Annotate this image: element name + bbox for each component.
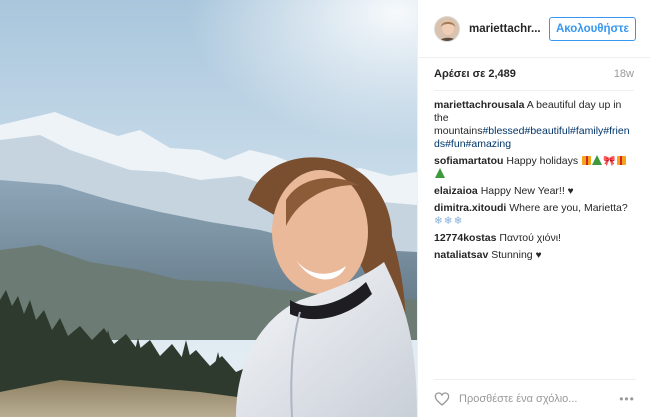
comment-text: Where are you, Marietta? (506, 202, 628, 214)
hashtag-link[interactable]: #blessed (482, 125, 524, 137)
post-sidebar: mariettachr... Ακολουθήστε Αρέσει σε 2,4… (417, 0, 650, 417)
mountain-portrait-image (0, 0, 417, 417)
comment-text: Παντού χιόνι! (496, 232, 561, 244)
post-photo[interactable] (0, 0, 417, 417)
christmas-tree-emoji-icon (435, 168, 445, 178)
avatar[interactable] (434, 15, 460, 42)
post-time[interactable]: 18w (614, 68, 634, 80)
follow-button[interactable]: Ακολουθήστε (548, 16, 636, 41)
instagram-post: mariettachr... Ακολουθήστε Αρέσει σε 2,4… (0, 0, 650, 417)
comment-username[interactable]: nataliatsav (434, 249, 488, 261)
post-footer: ••• (434, 379, 636, 417)
comment-text: Happy holidays (503, 155, 582, 167)
comment-username[interactable]: 12774kostas (434, 232, 496, 244)
caption: mariettachrousala A beautiful day up in … (434, 99, 634, 151)
username[interactable]: mariettachr... (469, 23, 541, 35)
comment-username[interactable]: dimitra.xitoudi (434, 202, 506, 214)
comment-text: Stunning (488, 249, 536, 261)
heart-outline-icon[interactable] (434, 391, 450, 407)
comment-item: nataliatsav Stunning ♥ (434, 249, 634, 262)
post-header: mariettachr... Ακολουθήστε (418, 0, 650, 58)
comments-list: mariettachrousala A beautiful day up in … (418, 91, 650, 262)
ribbon-emoji-icon: 🎀 (603, 156, 616, 167)
post-meta: Αρέσει σε 2,489 18w (418, 58, 650, 90)
hashtag-link[interactable]: #family (570, 125, 603, 137)
comment-item: elaizaioa Happy New Year!! ♥ (434, 185, 634, 198)
heart-emoji-icon: ♥ (567, 186, 574, 197)
gift-emoji-icon (616, 156, 626, 165)
comment-text: Happy New Year!! (477, 185, 568, 197)
hashtag-link[interactable]: #beautiful (524, 125, 570, 137)
profile-picture (435, 16, 459, 41)
hashtag-link[interactable]: #amazing (466, 138, 512, 150)
hashtag-link[interactable]: #fun (445, 138, 465, 150)
ellipsis-icon[interactable]: ••• (618, 392, 636, 406)
caption-username[interactable]: mariettachrousala (434, 99, 524, 111)
comment-item: 12774kostas Παντού χιόνι! (434, 232, 634, 245)
comment-item: dimitra.xitoudi Where are you, Marietta?… (434, 202, 634, 228)
heart-emoji-icon: ♥ (535, 250, 542, 261)
comment-username[interactable]: elaizaioa (434, 185, 478, 197)
likes-count[interactable]: Αρέσει σε 2,489 (434, 68, 516, 80)
snowflake-emoji-icon: ❄❄❄ (434, 215, 464, 227)
comment-item: sofiamartatou Happy holidays 🎀 (434, 155, 634, 181)
christmas-tree-emoji-icon (592, 155, 603, 165)
gift-emoji-icon (582, 156, 592, 165)
comment-input[interactable] (459, 392, 618, 405)
comment-username[interactable]: sofiamartatou (434, 155, 503, 167)
